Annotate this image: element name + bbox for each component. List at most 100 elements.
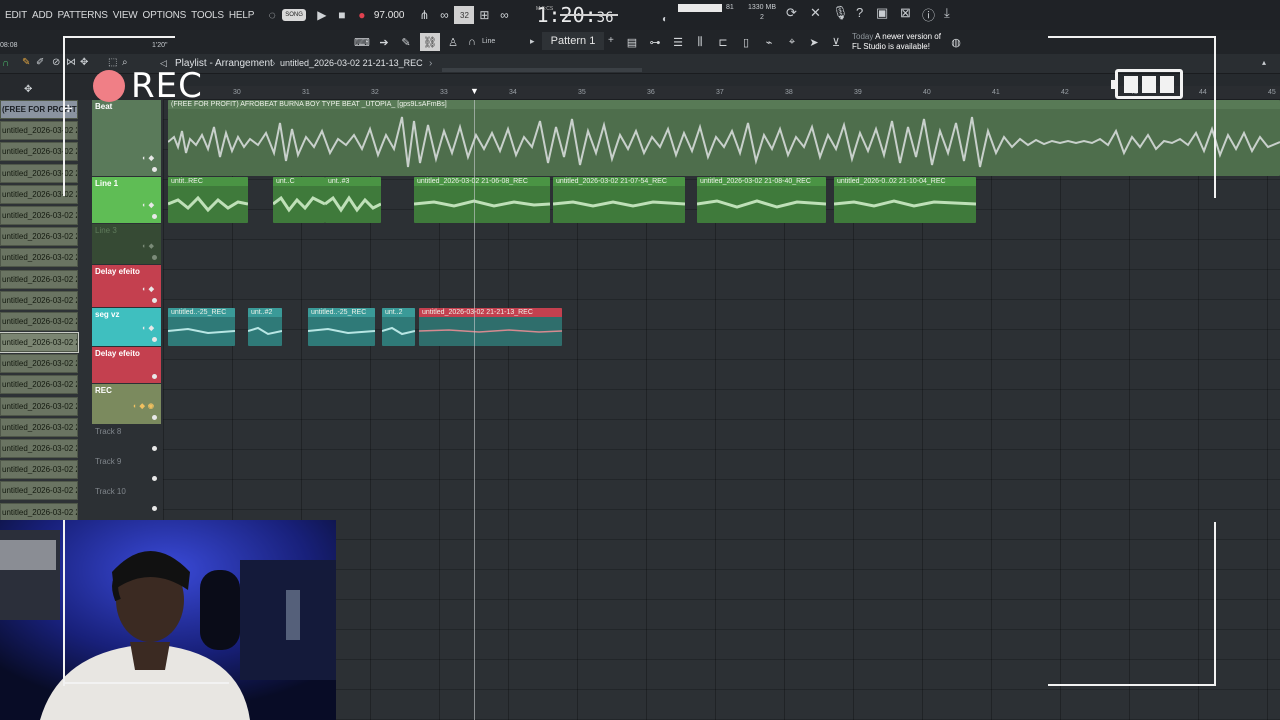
plugin-icon[interactable]: ⌁ — [759, 33, 779, 51]
add-pattern-icon[interactable]: + — [608, 35, 614, 46]
track-controls-icon[interactable]: ◖◆ — [141, 324, 157, 332]
snap-select[interactable]: Line — [482, 38, 495, 45]
audio-clip-beat[interactable]: (FREE FOR PROFIT) AFROBEAT BURNA BOY TYP… — [168, 100, 1280, 176]
track-header-10[interactable]: Track 10 — [92, 485, 161, 515]
browser-item[interactable]: untitled_2026-03-02 20- — [0, 142, 78, 162]
browser-item[interactable]: untitled_2026-03-02 20- — [0, 375, 78, 395]
track-header-delay1[interactable]: Delay efeito ◖◆ — [92, 265, 161, 307]
info-icon[interactable]: ⓘ — [922, 5, 935, 24]
audio-clip-recording[interactable]: untitled_2026-03-02 21-21-13_REC — [419, 308, 562, 346]
browser-item[interactable]: untitled_2026-03-02 20- — [0, 354, 78, 374]
menu-view[interactable]: VIEW — [113, 10, 138, 21]
track-enable-dot[interactable] — [152, 415, 157, 420]
audio-clip[interactable]: untitled_2026-03-02 21-06-08_REC — [414, 177, 550, 223]
cart-icon[interactable]: ⊻ — [826, 33, 846, 51]
undo-icon[interactable]: ⟳ — [786, 5, 797, 21]
audio-clip[interactable]: unt..#3 — [325, 177, 381, 223]
song-mode-toggle[interactable]: SONG — [282, 9, 306, 21]
track-header-rec[interactable]: REC ◖◆◉ — [92, 384, 161, 424]
menu-patterns[interactable]: PATTERNS — [58, 10, 108, 21]
metronome-icon[interactable]: ⋔ — [414, 5, 434, 25]
paint-tool-icon[interactable]: ✐ — [36, 57, 44, 68]
stop-icon[interactable]: ■ — [332, 5, 352, 25]
menu-edit[interactable]: EDIT — [5, 10, 27, 21]
pencil-icon[interactable]: ✎ — [396, 33, 416, 51]
record-icon[interactable]: ● — [352, 5, 372, 25]
arrow-right-icon[interactable]: ➔ — [374, 33, 394, 51]
mic-icon[interactable]: 🎙 — [832, 5, 849, 21]
link-icon[interactable]: ⛓ — [420, 33, 440, 51]
track-enable-dot[interactable] — [152, 298, 157, 303]
master-pitch-slider[interactable] — [560, 14, 618, 16]
browser-item[interactable]: untitled_2026-03-02 20- — [0, 481, 78, 501]
browser-item[interactable]: untitled_2026-03-02 20- — [0, 332, 79, 354]
audio-clip[interactable]: unt..#2 — [248, 308, 282, 346]
globe-icon[interactable]: ◍ — [946, 33, 966, 51]
audio-clip[interactable]: untit..REC — [168, 177, 248, 223]
track-enable-dot[interactable] — [152, 214, 157, 219]
move-icon[interactable]: ✥ — [24, 84, 32, 95]
mute-tool-icon[interactable]: ⋈ — [66, 57, 76, 68]
close-project-icon[interactable]: ⊠ — [900, 5, 911, 21]
midi-icon[interactable]: ✕ — [810, 5, 821, 21]
track-enable-dot[interactable] — [152, 506, 157, 511]
playhead-marker-icon[interactable]: ▼ — [470, 86, 479, 96]
track-enable-dot[interactable] — [152, 446, 157, 451]
help-icon[interactable]: ? — [856, 5, 863, 20]
track-header-delay2[interactable]: Delay efeito — [92, 347, 161, 383]
piano-roll-icon[interactable]: ⌨ — [352, 33, 372, 51]
browser-icon[interactable]: ⊏ — [713, 33, 733, 51]
track-header-9[interactable]: Track 9 — [92, 455, 161, 485]
audio-clip[interactable]: untitled..-25_REC — [168, 308, 235, 346]
magnet-icon[interactable]: ∩ — [462, 33, 482, 51]
track-header-beat[interactable]: Beat ◖◆ — [92, 100, 161, 176]
browser-item[interactable]: untitled_2026-03-02 20- — [0, 439, 78, 458]
hint-icon[interactable]: ◌ — [262, 5, 282, 25]
pattern-prev-icon[interactable]: ▸ — [530, 36, 535, 47]
track-controls-icon[interactable]: ◖◆ — [141, 285, 157, 293]
slip-tool-icon[interactable]: ✥ — [80, 57, 88, 68]
browser-item[interactable]: untitled_2026-03-02 20- — [0, 311, 78, 331]
track-enable-dot[interactable] — [152, 167, 157, 172]
stamp-icon[interactable]: ♙ — [443, 33, 463, 51]
channel-rack-icon[interactable]: ⊶ — [645, 33, 665, 51]
audio-clip[interactable]: unt..C — [273, 177, 325, 223]
audio-clip[interactable]: unt..2 — [382, 308, 415, 346]
browser-item[interactable]: untitled_2026-03-02 20- — [0, 396, 78, 416]
browser-item[interactable]: untitled_2026-03-02 20- — [0, 269, 78, 289]
browser-item[interactable]: untitled_2026-03-02 20- — [0, 248, 78, 268]
audio-clip[interactable]: untitled_2026-0..02 21-10-04_REC — [834, 177, 976, 223]
browser-item[interactable]: untitled_2026-03-02 20- — [0, 460, 78, 480]
delete-tool-icon[interactable]: ⊘ — [52, 57, 60, 68]
tempo-display[interactable]: 97.000 — [374, 5, 405, 25]
mixer-icon[interactable]: ⫼ — [690, 33, 710, 51]
save-icon[interactable]: ▣ — [876, 5, 888, 21]
tag-icon[interactable]: ➤ — [804, 33, 824, 51]
track-controls-icon[interactable]: ◖◆◉ — [132, 402, 157, 410]
scroll-up-icon[interactable]: ▴ — [1262, 58, 1266, 67]
track-header-line1[interactable]: Line 1 ◖◆ — [92, 177, 161, 223]
download-icon[interactable]: ⤓ — [944, 5, 950, 21]
loop-record-icon[interactable]: ∞ — [494, 5, 514, 25]
browser-item[interactable]: untitled_2026-03-02 20- — [0, 184, 78, 204]
update-notice[interactable]: Today A newer version of FL Studio is av… — [852, 32, 941, 52]
script-icon[interactable]: ⌖ — [782, 33, 802, 51]
audio-clip[interactable]: untitled..-25_REC — [308, 308, 375, 346]
playlist-icon[interactable]: ▤ — [622, 33, 642, 51]
play-icon[interactable]: ▶ — [312, 5, 332, 25]
wait-icon[interactable]: ∞ — [434, 5, 454, 25]
horizontal-scrollbar[interactable] — [442, 68, 642, 72]
browser-add-icon[interactable]: ✢ — [64, 104, 76, 116]
track-controls-icon[interactable]: ◖◆ — [141, 242, 157, 250]
track-header-segvz[interactable]: seg vz ◖◆ — [92, 308, 161, 346]
headphones-icon[interactable]: ∩ — [2, 58, 9, 69]
browser-item[interactable]: untitled_2026-03-02 20- — [0, 205, 78, 225]
menu-help[interactable]: HELP — [229, 10, 255, 21]
piano-roll-view-icon[interactable]: ☰ — [668, 33, 688, 51]
browser-item[interactable]: untitled_2026-03-02 20- — [0, 417, 78, 437]
blend-icon[interactable]: ⊞ — [474, 5, 494, 25]
track-controls-icon[interactable]: ◖◆ — [141, 154, 157, 162]
audio-clip[interactable]: untitled_2026-03-02 21-08-40_REC — [697, 177, 826, 223]
browser-item[interactable]: untitled_2026-03-02 20- — [0, 502, 78, 522]
countdown-icon[interactable]: 32 — [454, 6, 475, 24]
